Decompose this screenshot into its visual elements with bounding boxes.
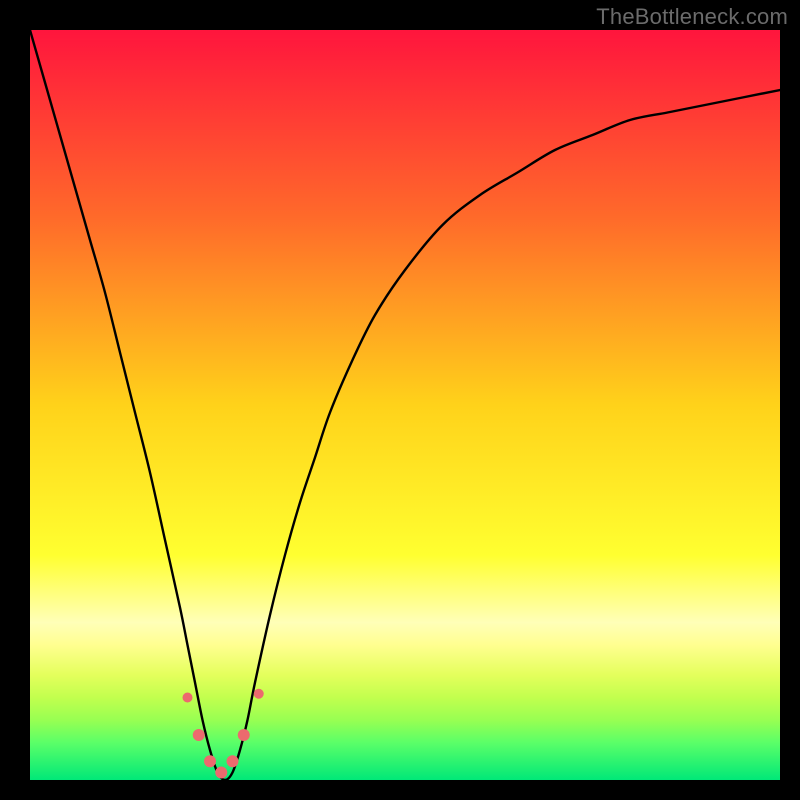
chart-container: TheBottleneck.com — [0, 0, 800, 800]
dip-marker — [183, 693, 193, 703]
dip-marker — [254, 689, 264, 699]
watermark-text: TheBottleneck.com — [596, 4, 788, 30]
chart-plot-area — [30, 30, 780, 780]
dip-marker — [204, 755, 216, 767]
dip-marker — [193, 729, 205, 741]
chart-svg — [30, 30, 780, 780]
dip-marker — [238, 729, 250, 741]
dip-marker — [227, 755, 239, 767]
main-curve — [30, 30, 780, 780]
dip-marker — [215, 767, 227, 779]
